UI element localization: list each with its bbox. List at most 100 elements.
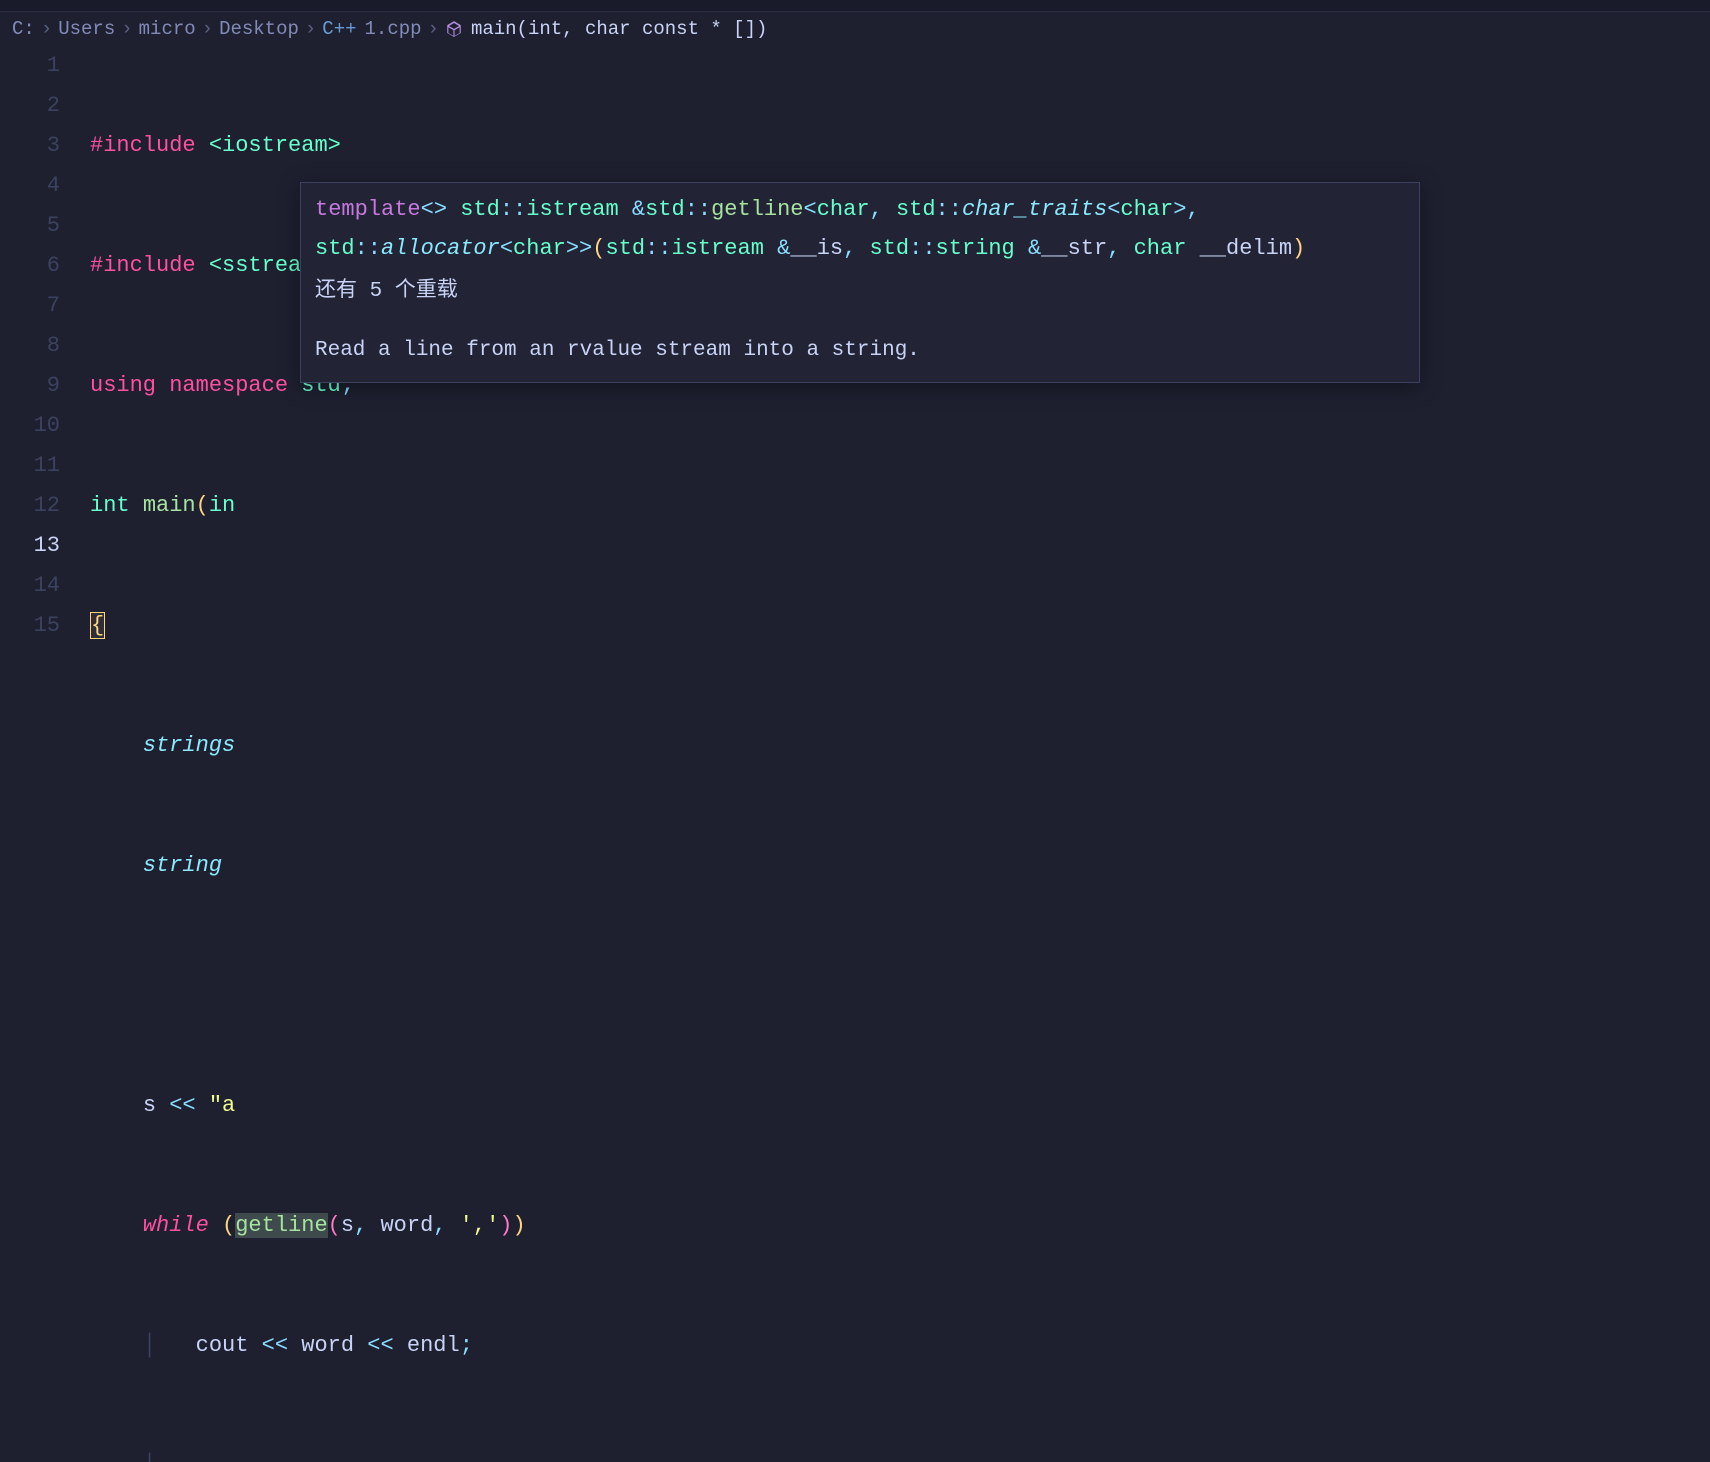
sig-punct: <> (421, 197, 447, 222)
sig-punct: :: (936, 197, 962, 222)
sig-param: __is (790, 236, 843, 261)
breadcrumb-segment[interactable]: C: (12, 18, 35, 40)
indent-guide: │ (143, 1453, 156, 1462)
sig-ns: std (870, 236, 910, 261)
tok-var: s (341, 1213, 354, 1238)
tok-paren: ) (513, 1213, 526, 1238)
line-number: 6 (0, 246, 60, 286)
line-number: 8 (0, 326, 60, 366)
overload-count: 还有 5 个重载 (315, 274, 1405, 311)
chevron-right-icon: › (428, 18, 439, 40)
sig-type: allocator (381, 236, 500, 261)
tok-header: <iostream> (209, 133, 341, 158)
breadcrumb-segment[interactable]: Users (58, 18, 115, 40)
tok-comma: , (433, 1213, 446, 1238)
sig-punct: :: (909, 236, 935, 261)
sig-func: getline (711, 197, 803, 222)
sig-op: & (632, 197, 645, 222)
sig-punct: >> (566, 236, 592, 261)
code-line[interactable]: int main(in (90, 486, 1710, 526)
sig-punct: :: (685, 197, 711, 222)
sig-type: istream (671, 236, 763, 261)
code-line[interactable]: strings (90, 726, 1710, 766)
sig-type: istream (526, 197, 618, 222)
tok-var: endl (407, 1333, 460, 1358)
tab-bar[interactable] (0, 0, 1710, 12)
tok-type: in (209, 493, 235, 518)
signature-help: template<> std::istream &std::getline<ch… (315, 191, 1405, 268)
code-line[interactable]: #include <iostream> (90, 126, 1710, 166)
tok-paren: ) (499, 1213, 512, 1238)
sig-punct: , (843, 236, 856, 261)
tok-type: strings (143, 733, 235, 758)
tok-keyword: namespace (169, 373, 288, 398)
line-number: 13 (0, 526, 60, 566)
sig-punct: < (804, 197, 817, 222)
tok-include: #include (90, 253, 196, 278)
sig-ns: std (605, 236, 645, 261)
code-line[interactable]: { (90, 606, 1710, 646)
symbol-method-icon (445, 18, 463, 40)
sig-param: __delim (1200, 236, 1292, 261)
line-number-gutter: 1 2 3 4 5 6 7 8 9 10 11 12 13 14 15 (0, 46, 90, 1462)
breadcrumb[interactable]: C: › Users › micro › Desktop › C++ 1.cpp… (0, 12, 1710, 46)
tok-op: << (169, 1093, 195, 1118)
tok-brace: { (90, 612, 105, 639)
tok-string: "a (209, 1093, 235, 1118)
sig-punct: , (870, 197, 883, 222)
sig-punct: :: (645, 236, 671, 261)
tok-type: string (143, 853, 222, 878)
sig-type: char (1120, 197, 1173, 222)
sig-paren: ( (592, 236, 605, 261)
tok-var: cout (196, 1333, 249, 1358)
code-line[interactable]: │ cout << word << endl; (90, 1326, 1710, 1366)
line-number: 14 (0, 566, 60, 606)
line-number: 12 (0, 486, 60, 526)
sig-punct: , (1186, 197, 1199, 222)
line-number: 9 (0, 366, 60, 406)
sig-ns: std (896, 197, 936, 222)
line-number: 15 (0, 606, 60, 646)
line-number: 1 (0, 46, 60, 86)
sig-type: char (1134, 236, 1187, 261)
code-line[interactable]: │ (90, 1446, 1710, 1462)
tok-string: ',' (446, 1213, 499, 1238)
chevron-right-icon: › (41, 18, 52, 40)
chevron-right-icon: › (305, 18, 316, 40)
sig-punct: > (1173, 197, 1186, 222)
sig-keyword: template (315, 197, 421, 222)
sig-paren: ) (1292, 236, 1305, 261)
sig-ns: std (645, 197, 685, 222)
tok-op: << (262, 1333, 288, 1358)
sig-op: & (777, 236, 790, 261)
sig-punct: , (1107, 236, 1120, 261)
chevron-right-icon: › (202, 18, 213, 40)
code-line[interactable]: string (90, 846, 1710, 886)
sig-type: char (513, 236, 566, 261)
code-line[interactable] (90, 966, 1710, 1006)
tok-var: word (367, 1213, 433, 1238)
line-number: 10 (0, 406, 60, 446)
code-line[interactable]: while (getline(s, word, ',')) (90, 1206, 1710, 1246)
line-number: 3 (0, 126, 60, 166)
tok-keyword: while (143, 1213, 209, 1238)
breadcrumb-symbol[interactable]: main(int, char const * []) (471, 18, 767, 40)
sig-punct: < (500, 236, 513, 261)
line-number: 11 (0, 446, 60, 486)
breadcrumb-segment[interactable]: Desktop (219, 18, 299, 40)
indent-guide: │ (143, 1333, 156, 1358)
line-number: 5 (0, 206, 60, 246)
hover-tooltip[interactable]: template<> std::istream &std::getline<ch… (300, 182, 1420, 383)
breadcrumb-segment[interactable]: micro (139, 18, 196, 40)
line-number: 2 (0, 86, 60, 126)
tok-paren: ( (328, 1213, 341, 1238)
sig-type: char (817, 197, 870, 222)
sig-punct: :: (500, 197, 526, 222)
breadcrumb-file[interactable]: 1.cpp (365, 18, 422, 40)
sig-punct: < (1107, 197, 1120, 222)
tok-func: getline (235, 1213, 327, 1238)
line-number: 4 (0, 166, 60, 206)
code-line[interactable]: s << "a (90, 1086, 1710, 1126)
tok-func: main (143, 493, 196, 518)
tok-include: #include (90, 133, 196, 158)
